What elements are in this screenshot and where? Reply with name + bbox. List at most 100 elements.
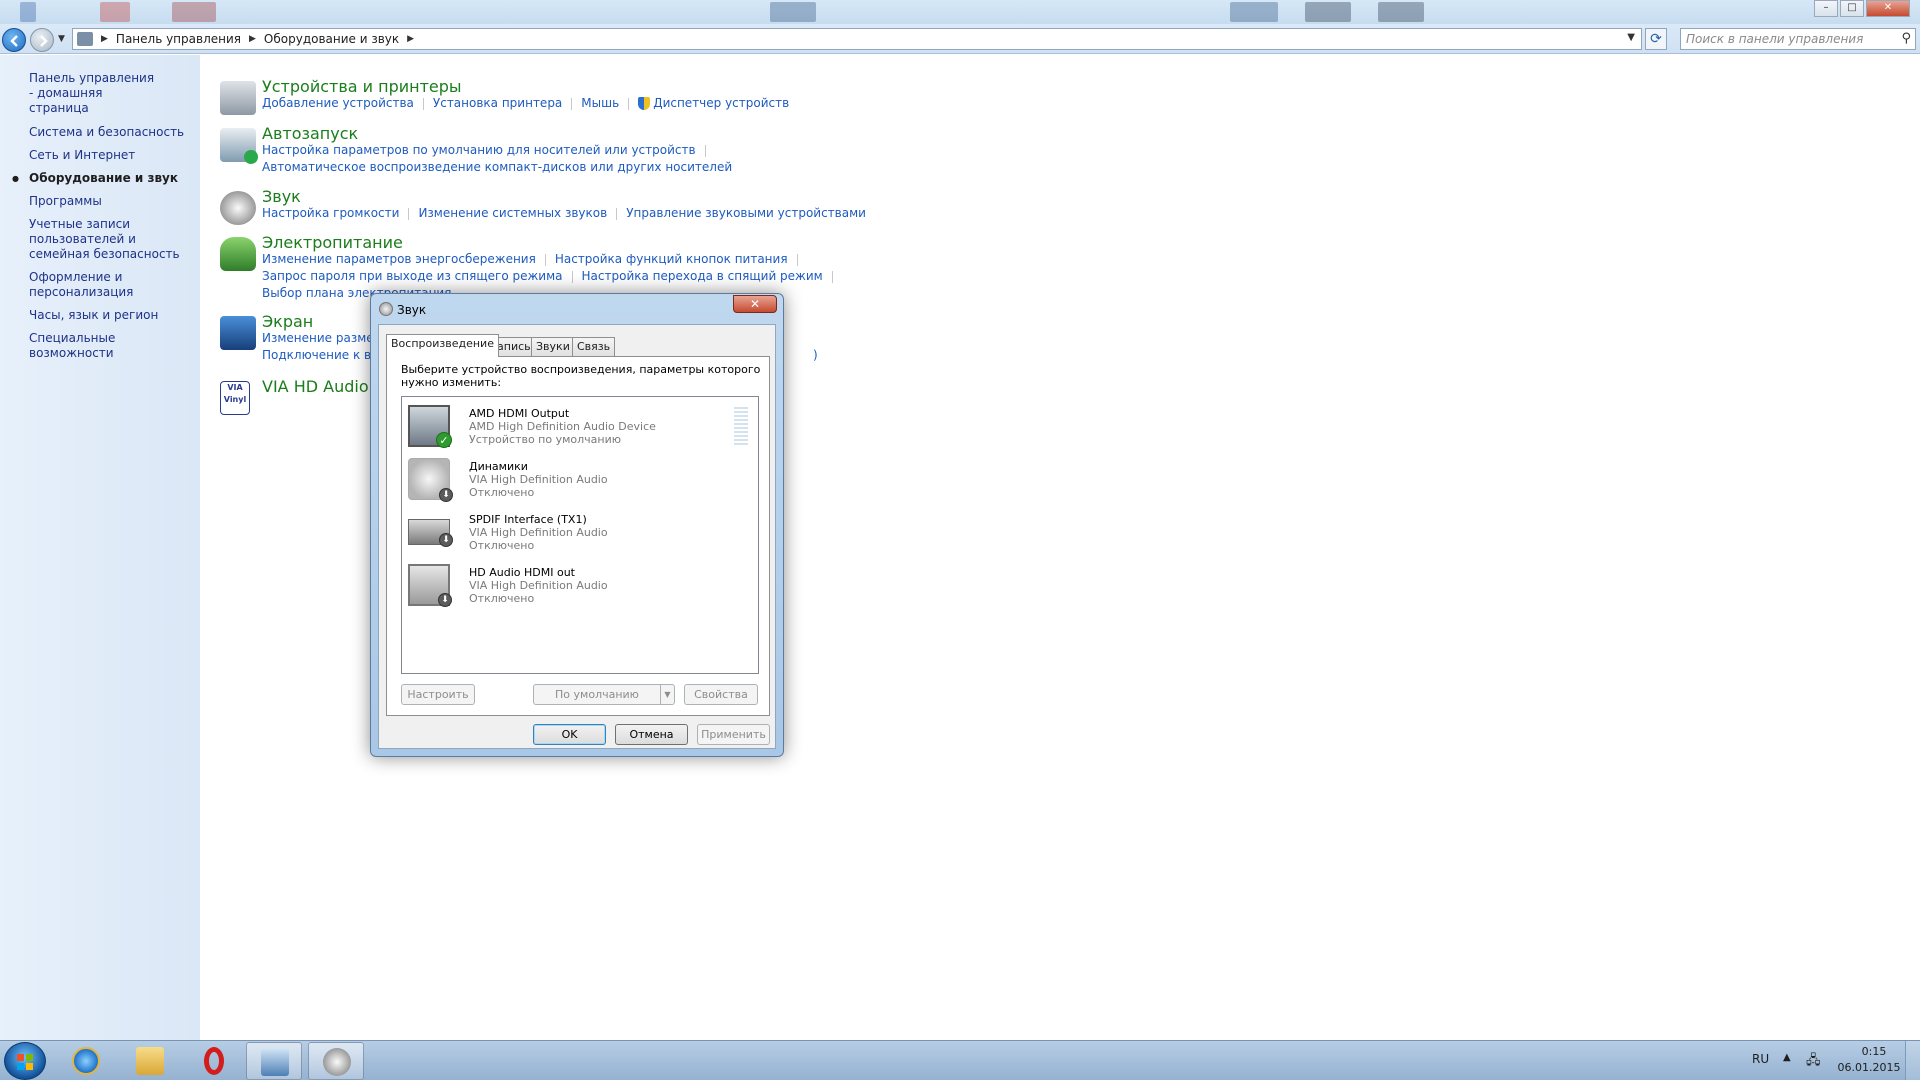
address-dropdown-icon[interactable]: ▼: [1627, 32, 1635, 43]
category-title-via-audio[interactable]: VIA HD Audio D: [262, 377, 386, 396]
device-name: AMD HDMI Output: [469, 407, 570, 420]
link-device-manager[interactable]: Диспетчер устройств: [653, 96, 789, 110]
blurred-icon: [1230, 2, 1278, 22]
link-volume[interactable]: Настройка громкости: [262, 206, 399, 220]
sidebar-item-hardware-sound[interactable]: Оборудование и звук: [0, 171, 200, 186]
search-box[interactable]: ⚲: [1680, 28, 1916, 50]
device-driver: VIA High Definition Audio: [469, 526, 608, 539]
chevron-right-icon[interactable]: ▶: [407, 34, 414, 44]
sidebar-item-system-security[interactable]: Система и безопасность: [0, 125, 200, 140]
sidebar-item-appearance[interactable]: Оформление и персонализация: [0, 270, 150, 300]
receiver-icon: ⬇: [408, 519, 453, 547]
properties-button[interactable]: Свойства: [684, 684, 758, 705]
dialog-close-button[interactable]: ✕: [733, 295, 777, 313]
close-button[interactable]: ✕: [1866, 0, 1910, 17]
playback-device-list[interactable]: ✓ AMD HDMI Output AMD High Definition Au…: [401, 396, 759, 674]
volume-level-meter: [734, 407, 748, 447]
divider: [704, 144, 706, 157]
device-item[interactable]: ⬇ Динамики VIA High Definition Audio Отк…: [405, 452, 745, 504]
back-button[interactable]: [2, 28, 26, 52]
sidebar-item-accessibility[interactable]: Специальные возможности: [0, 331, 200, 361]
device-status: Отключено: [469, 486, 535, 499]
sidebar-item-network[interactable]: Сеть и Интернет: [0, 148, 200, 163]
chevron-down-icon[interactable]: ▼: [660, 685, 674, 704]
language-indicator[interactable]: RU: [1752, 1052, 1769, 1066]
link-autoplay-cd[interactable]: Автоматическое воспроизведение компакт-д…: [262, 160, 732, 174]
configure-button[interactable]: Настроить: [401, 684, 475, 705]
device-item[interactable]: ⬇ SPDIF Interface (TX1) VIA High Definit…: [405, 505, 745, 557]
address-bar[interactable]: ▶ Панель управления ▶ Оборудование и зву…: [72, 28, 1642, 50]
category-title-power[interactable]: Электропитание: [262, 233, 403, 252]
explorer-folder-icon: [136, 1047, 164, 1075]
clock-time[interactable]: 0:15: [1846, 1045, 1902, 1058]
breadcrumb-control-panel[interactable]: Панель управления: [116, 32, 241, 46]
search-icon[interactable]: ⚲: [1901, 31, 1911, 46]
minimize-button[interactable]: –: [1814, 0, 1838, 17]
breadcrumb-hardware-sound[interactable]: Оборудование и звук: [264, 32, 399, 46]
disabled-arrow-icon: ⬇: [438, 593, 452, 607]
tab-playback[interactable]: Воспроизведение: [386, 334, 499, 357]
search-input[interactable]: [1686, 29, 1891, 49]
link-text-size[interactable]: Изменение размер: [262, 331, 381, 345]
link-sleep-settings[interactable]: Настройка перехода в спящий режим: [582, 269, 823, 283]
play-badge-icon: [244, 150, 258, 164]
ok-button[interactable]: OK: [533, 724, 606, 745]
clock-date[interactable]: 06.01.2015: [1836, 1061, 1902, 1074]
taskbar-explorer[interactable]: [122, 1042, 178, 1080]
control-panel-icon: [261, 1048, 289, 1076]
navigation-bar: ▼ ▶ Панель управления ▶ Оборудование и з…: [0, 24, 1920, 54]
taskbar-opera[interactable]: [186, 1042, 242, 1080]
category-title-autoplay[interactable]: Автозапуск: [262, 124, 358, 143]
back-arrow-icon: [10, 35, 18, 47]
link-install-printer[interactable]: Установка принтера: [433, 96, 562, 110]
divider: [544, 253, 546, 266]
sidebar-item-clock-region[interactable]: Часы, язык и регион: [0, 308, 200, 323]
dialog-title: Звук: [397, 303, 427, 317]
device-item[interactable]: ⬇ HD Audio HDMI out VIA High Definition …: [405, 558, 745, 610]
autoplay-icon: [220, 128, 258, 164]
link-mouse[interactable]: Мышь: [581, 96, 619, 110]
taskbar-sound[interactable]: [308, 1042, 364, 1080]
refresh-button[interactable]: ⟳: [1645, 28, 1667, 50]
link-fragment[interactable]: ): [813, 348, 818, 362]
sidebar-item-user-accounts[interactable]: Учетные записи пользователей и семейная …: [0, 217, 190, 262]
taskbar-ie[interactable]: [58, 1042, 114, 1080]
set-default-button[interactable]: По умолчанию ▼: [533, 684, 675, 705]
cancel-button[interactable]: Отмена: [615, 724, 688, 745]
chevron-right-icon[interactable]: ▶: [249, 34, 256, 44]
link-wakeup-password[interactable]: Запрос пароля при выходе из спящего режи…: [262, 269, 563, 283]
link-power-settings[interactable]: Изменение параметров энергосбережения: [262, 252, 536, 266]
monitor-icon: ✓: [408, 405, 452, 448]
show-desktop-button[interactable]: [1905, 1041, 1920, 1080]
category-links: Запрос пароля при выходе из спящего режи…: [262, 269, 842, 283]
category-title-devices[interactable]: Устройства и принтеры: [262, 77, 462, 96]
category-title-sound[interactable]: Звук: [262, 187, 301, 206]
tab-communications[interactable]: Связь: [572, 337, 616, 356]
chevron-right-icon[interactable]: ▶: [101, 34, 108, 44]
forward-arrow-icon: [40, 35, 48, 47]
forward-button[interactable]: [30, 28, 54, 52]
link-add-device[interactable]: Добавление устройства: [262, 96, 414, 110]
link-manage-audio-devices[interactable]: Управление звуковыми устройствами: [626, 206, 866, 220]
maximize-button[interactable]: □: [1840, 0, 1864, 17]
device-item[interactable]: ✓ AMD HDMI Output AMD High Definition Au…: [405, 399, 748, 451]
set-default-label: По умолчанию: [555, 688, 639, 701]
printer-icon: [220, 81, 256, 115]
category-title-display[interactable]: Экран: [262, 312, 313, 331]
tab-sounds[interactable]: Звуки: [531, 337, 575, 356]
sidebar-item-home[interactable]: Панель управления - домашняя страница: [0, 71, 170, 116]
start-button[interactable]: [4, 1042, 46, 1080]
link-autoplay-defaults[interactable]: Настройка параметров по умолчанию для но…: [262, 143, 696, 157]
recent-pages-dropdown[interactable]: ▼: [58, 34, 65, 44]
link-system-sounds[interactable]: Изменение системных звуков: [418, 206, 607, 220]
device-driver: AMD High Definition Audio Device: [469, 420, 656, 433]
taskbar-control-panel[interactable]: [246, 1042, 302, 1080]
show-hidden-icons-icon[interactable]: ▲: [1783, 1052, 1791, 1063]
link-external-display[interactable]: Подключение к вне: [262, 348, 386, 362]
network-icon[interactable]: 🖧: [1806, 1051, 1821, 1073]
apply-button[interactable]: Применить: [697, 724, 770, 745]
link-power-buttons[interactable]: Настройка функций кнопок питания: [555, 252, 788, 266]
sidebar-item-programs[interactable]: Программы: [0, 194, 200, 209]
divider: [571, 97, 573, 110]
dialog-body: Воспроизведение Запись Звуки Связь Выбер…: [378, 324, 776, 749]
